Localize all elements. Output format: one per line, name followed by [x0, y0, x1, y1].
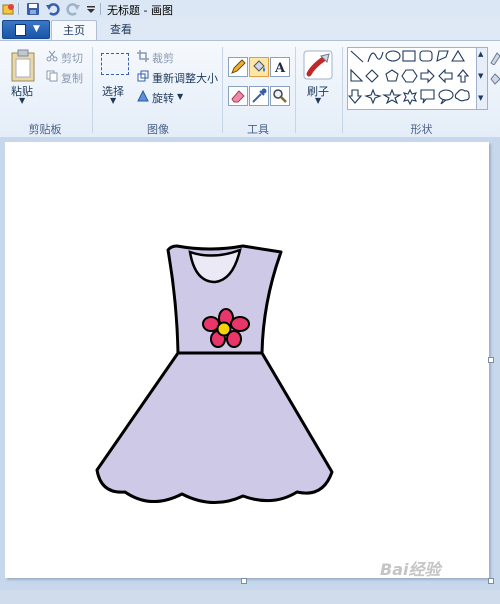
- eraser-icon: [231, 90, 245, 103]
- resize-icon: [137, 70, 149, 82]
- svg-text:A: A: [274, 61, 286, 76]
- cut-button[interactable]: 剪切: [61, 50, 83, 66]
- crop-icon: [137, 50, 149, 62]
- resize-handle-corner[interactable]: [488, 578, 494, 584]
- eraser-tool[interactable]: [228, 86, 248, 106]
- watermark: Bai经验: [380, 560, 441, 579]
- paint-menu-button[interactable]: ▼: [2, 20, 50, 39]
- customize-arrow-icon[interactable]: [84, 2, 98, 16]
- pencil-tool[interactable]: [228, 57, 248, 77]
- clipboard-icon[interactable]: [10, 49, 36, 83]
- scroll-up-icon[interactable]: ▲: [478, 50, 483, 58]
- gallery-expand-icon[interactable]: ▼: [478, 94, 483, 102]
- tab-view[interactable]: 查看: [101, 20, 141, 40]
- text-icon: A: [274, 61, 286, 76]
- rotate-icon: [137, 90, 149, 102]
- fill-icon: [253, 60, 265, 72]
- save-icon[interactable]: [26, 2, 40, 16]
- color-picker-icon: [252, 88, 267, 103]
- tools-group-label: 工具: [247, 123, 269, 136]
- shapes-gallery[interactable]: [347, 47, 477, 110]
- resize-button[interactable]: 重新调整大小: [152, 70, 218, 86]
- resize-handle-right[interactable]: [488, 357, 494, 363]
- document-icon: [15, 24, 26, 36]
- drawing-canvas[interactable]: [5, 142, 489, 578]
- fill-shape-icon[interactable]: [489, 71, 500, 85]
- rotate-dropdown-icon[interactable]: ▼: [177, 92, 183, 101]
- text-tool[interactable]: A: [270, 57, 290, 77]
- dress-drawing: [95, 244, 334, 505]
- group-separator: [295, 47, 296, 133]
- scroll-down-icon[interactable]: ▼: [478, 72, 483, 80]
- title-bar: 无标题 - 画图: [0, 0, 500, 19]
- pencil-icon: [231, 59, 246, 74]
- resize-handle-bottom[interactable]: [241, 578, 247, 584]
- undo-icon[interactable]: [46, 2, 60, 16]
- separator: [100, 3, 101, 15]
- color-picker-tool[interactable]: [249, 86, 269, 106]
- redo-icon[interactable]: [66, 2, 80, 16]
- ribbon: 粘贴 ▼ 剪切 复制 剪贴板 选择 ▼ 裁剪 重新调整大小 旋转 ▼ 图像 A: [0, 40, 500, 138]
- shapes-group-label: 形状: [410, 123, 433, 136]
- paste-dropdown-icon[interactable]: ▼: [19, 96, 25, 105]
- window-title: 无标题 - 画图: [107, 4, 173, 17]
- brushes-dropdown-icon[interactable]: ▼: [315, 96, 321, 105]
- outline-icon[interactable]: [489, 51, 500, 65]
- menu-arrow-icon: ▼: [33, 24, 40, 34]
- clipboard-group-label: 剪贴板: [28, 123, 62, 136]
- copy-button[interactable]: 复制: [61, 70, 83, 86]
- paint-app-icon[interactable]: [2, 2, 16, 16]
- fill-tool[interactable]: [249, 57, 269, 77]
- brush-icon[interactable]: [303, 50, 333, 80]
- copy-icon: [46, 70, 58, 82]
- crop-button[interactable]: 裁剪: [152, 50, 174, 66]
- select-dropdown-icon[interactable]: ▼: [110, 96, 116, 105]
- rotate-button[interactable]: 旋转: [152, 90, 174, 106]
- shapes-gallery-icons: [347, 49, 470, 106]
- shapes-gallery-scroll[interactable]: ▲ ▼ ▼: [476, 47, 488, 110]
- image-group-label: 图像: [147, 123, 169, 136]
- cut-icon: [46, 50, 58, 62]
- magnifier-tool[interactable]: [270, 86, 290, 106]
- separator: [18, 3, 19, 15]
- status-bar: [0, 590, 500, 604]
- magnifier-icon: [273, 89, 287, 103]
- canvas-area: [0, 137, 500, 604]
- tab-home[interactable]: 主页: [51, 20, 97, 41]
- select-icon[interactable]: [101, 53, 129, 75]
